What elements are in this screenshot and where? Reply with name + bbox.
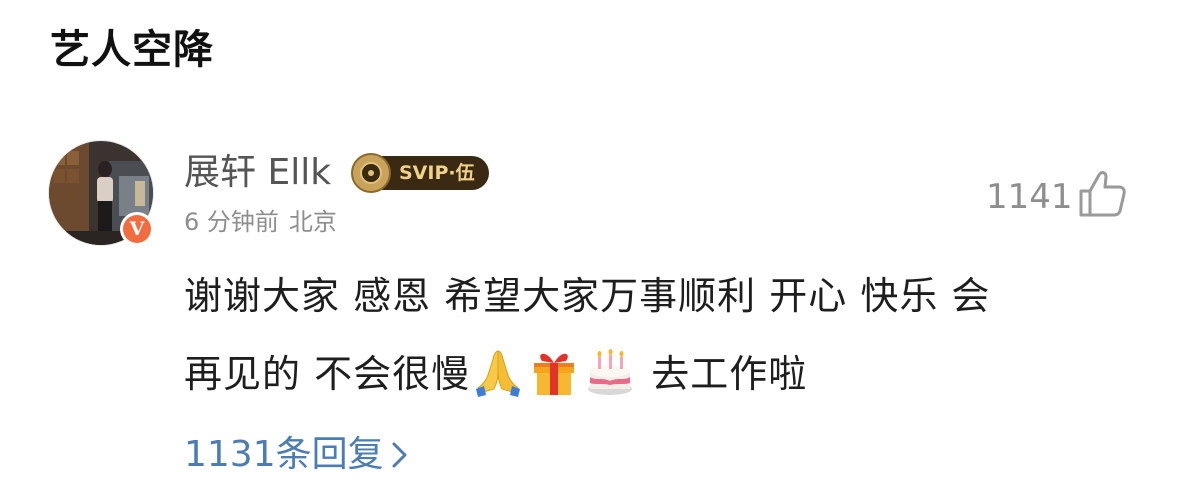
comment-text-line2: 再见的 不会很慢 去工作啦 [184, 344, 807, 404]
comment-text-part-b: 去工作啦 [651, 352, 808, 396]
comment-time: 6 分钟前 [184, 208, 279, 236]
thumbs-up-icon[interactable] [1075, 167, 1129, 221]
comment-text-part-a: 再见的 不会很慢 [184, 352, 471, 396]
view-replies-link[interactable]: 1131条回复 [184, 430, 410, 480]
svip-label: SVIP·伍 [379, 156, 489, 190]
svip-disc-icon [351, 153, 391, 193]
comment-author[interactable]: 展轩 Ellk [184, 148, 331, 198]
comment-text-line1: 谢谢大家 感恩 希望大家万事顺利 开心 快乐 会 [184, 274, 991, 318]
avatar[interactable]: V [48, 140, 154, 246]
comment-meta: 6 分钟前 北京 [184, 206, 337, 238]
gift-emoji [534, 353, 575, 395]
like-count: 1141 [986, 177, 1073, 217]
birthday-cake-emoji [588, 349, 633, 395]
replies-label: 1131条回复 [184, 434, 384, 475]
verified-v-icon: V [123, 215, 151, 243]
comment-location: 北京 [288, 208, 337, 236]
section-title: 艺人空降 [50, 27, 214, 73]
svip-badge[interactable]: SVIP·伍 [351, 153, 489, 193]
verified-badge: V [120, 212, 154, 246]
chevron-right-icon [392, 442, 407, 468]
folded-hands-emoji [476, 350, 521, 397]
